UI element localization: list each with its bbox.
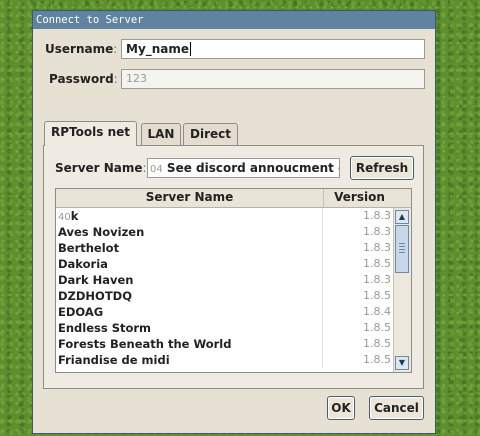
version-cell: 1.8.3 bbox=[363, 209, 391, 222]
cancel-button[interactable]: Cancel bbox=[369, 396, 424, 420]
window-title: Connect to Server bbox=[33, 11, 435, 29]
username-label-wrap: Username: bbox=[45, 42, 117, 56]
server-table-body: 40k 1.8.3 Aves Novizen 1.8.3 Berthelot 1.8.3 D… bbox=[56, 208, 411, 368]
server-name-colon: : bbox=[142, 161, 147, 175]
table-row[interactable]: Aves Novizen 1.8.3 bbox=[56, 224, 411, 240]
version-cell: 1.8.3 bbox=[363, 273, 391, 286]
column-server-name[interactable]: Server Name bbox=[56, 189, 324, 207]
refresh-button[interactable]: Refresh bbox=[350, 156, 414, 180]
server-name-cell: 40k bbox=[56, 208, 323, 224]
server-table-scrollbar[interactable]: ▲ ▼ bbox=[393, 208, 411, 372]
server-name-text: Dark Haven bbox=[58, 273, 134, 287]
server-name-text: Friandise de midi bbox=[58, 353, 170, 367]
rptools-panel: Server Name: 04 See discord annoucment c… bbox=[43, 145, 424, 389]
password-colon: : bbox=[113, 72, 118, 86]
cancel-button-label: Cancel bbox=[374, 401, 419, 415]
server-name-text: Aves Novizen bbox=[58, 225, 145, 239]
password-label: Password bbox=[49, 72, 114, 86]
server-name-filter-prefix: 04 bbox=[150, 164, 163, 175]
server-name-text: Berthelot bbox=[58, 241, 120, 255]
first-row-prefix: 40 bbox=[58, 212, 71, 223]
scroll-up-arrow-icon[interactable]: ▲ bbox=[395, 210, 409, 224]
version-cell: 1.8.5 bbox=[363, 257, 391, 270]
password-field[interactable]: 123 bbox=[121, 69, 425, 89]
server-name-text: k bbox=[70, 209, 79, 223]
ok-button-label: OK bbox=[331, 401, 351, 415]
username-label: Username bbox=[45, 42, 114, 56]
connect-dialog: Connect to Server Username: My_name Pass… bbox=[32, 10, 436, 434]
ok-button[interactable]: OK bbox=[327, 396, 355, 420]
scrollbar-thumb[interactable] bbox=[395, 225, 409, 273]
version-cell: 1.8.4 bbox=[363, 305, 391, 318]
username-colon: : bbox=[113, 42, 118, 56]
username-field[interactable]: My_name bbox=[121, 39, 425, 59]
server-table-header: Server Name Version bbox=[56, 189, 411, 208]
tab-rptools-net-label: RPTools net bbox=[51, 125, 130, 139]
server-name-cell: EDOAG bbox=[56, 304, 323, 320]
table-row[interactable]: Endless Storm 1.8.5 bbox=[56, 320, 411, 336]
tab-direct[interactable]: Direct bbox=[183, 123, 238, 145]
tab-rptools-net[interactable]: RPTools net bbox=[44, 121, 137, 146]
version-cell: 1.8.5 bbox=[363, 321, 391, 334]
server-name-filter-value: See discord annoucment cl bbox=[166, 161, 340, 175]
table-row[interactable]: EDOAG 1.8.4 bbox=[56, 304, 411, 320]
table-row[interactable]: Berthelot 1.8.3 bbox=[56, 240, 411, 256]
server-name-text: Forests Beneath the World bbox=[58, 337, 232, 351]
server-name-cell: Forests Beneath the World bbox=[56, 336, 323, 352]
server-name-label: Server Name bbox=[55, 161, 143, 175]
column-version[interactable]: Version bbox=[324, 189, 395, 207]
table-row[interactable]: Dakoria 1.8.5 bbox=[56, 256, 411, 272]
password-value: 123 bbox=[126, 72, 147, 85]
table-row[interactable]: Forests Beneath the World 1.8.5 bbox=[56, 336, 411, 352]
scroll-down-arrow-icon[interactable]: ▼ bbox=[395, 356, 409, 370]
version-cell: 1.8.3 bbox=[363, 225, 391, 238]
server-name-filter-input[interactable]: 04 See discord annoucment cl bbox=[147, 158, 340, 178]
server-name-text: EDOAG bbox=[58, 305, 104, 319]
server-name-cell: Aves Novizen bbox=[56, 224, 323, 240]
password-label-wrap: Password: bbox=[49, 72, 118, 86]
server-name-text: Endless Storm bbox=[58, 321, 152, 335]
table-row[interactable]: DZDHOTDQ 1.8.5 bbox=[56, 288, 411, 304]
server-name-cell: Dakoria bbox=[56, 256, 323, 272]
version-cell: 1.8.5 bbox=[363, 337, 391, 350]
refresh-button-label: Refresh bbox=[355, 161, 409, 175]
version-cell: 1.8.3 bbox=[363, 241, 391, 254]
server-name-cell: Dark Haven bbox=[56, 272, 323, 288]
server-name-text: Dakoria bbox=[58, 257, 108, 271]
table-row[interactable]: Friandise de midi 1.8.5 bbox=[56, 352, 411, 368]
server-name-label-wrap: Server Name: bbox=[55, 161, 147, 175]
tab-lan[interactable]: LAN bbox=[141, 123, 181, 145]
tab-direct-label: Direct bbox=[190, 127, 231, 141]
server-name-cell: DZDHOTDQ bbox=[56, 288, 323, 304]
version-cell: 1.8.5 bbox=[363, 353, 391, 366]
server-table: Server Name Version 40k 1.8.3 Aves Novizen… bbox=[55, 188, 412, 373]
tab-lan-label: LAN bbox=[147, 127, 175, 141]
version-cell: 1.8.5 bbox=[363, 289, 391, 302]
server-name-text: DZDHOTDQ bbox=[58, 289, 132, 303]
server-name-cell: Endless Storm bbox=[56, 320, 323, 336]
server-name-cell: Berthelot bbox=[56, 240, 323, 256]
username-value: My_name bbox=[126, 42, 190, 56]
server-name-cell: Friandise de midi bbox=[56, 352, 323, 368]
table-row[interactable]: 40k 1.8.3 bbox=[56, 208, 411, 224]
table-row[interactable]: Dark Haven 1.8.3 bbox=[56, 272, 411, 288]
